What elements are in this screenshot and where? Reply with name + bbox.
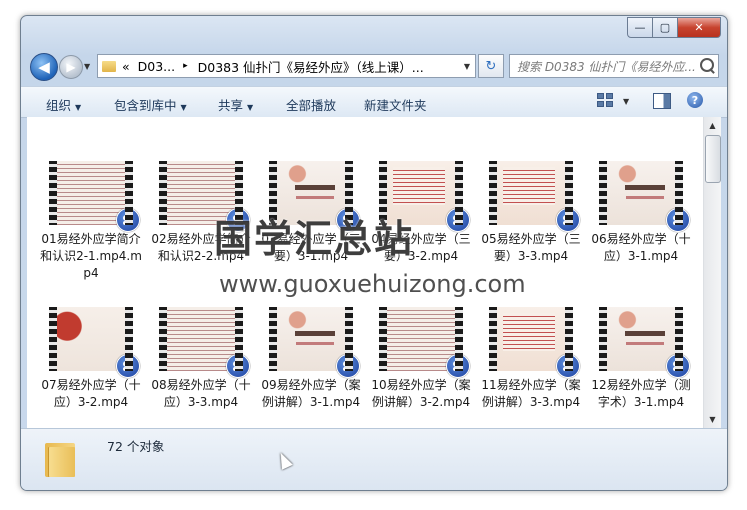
media-player-icon bbox=[446, 208, 470, 232]
file-name: 06易经外应学（十应）3-1.mp4 bbox=[591, 232, 691, 263]
file-name: 08易经外应学（十应）3-3.mp4 bbox=[151, 378, 251, 409]
video-thumbnail bbox=[49, 161, 140, 232]
include-in-library-button[interactable]: 包含到库中 ▼ bbox=[114, 95, 187, 114]
scroll-thumb[interactable] bbox=[705, 135, 721, 183]
help-icon[interactable]: ? bbox=[687, 92, 703, 108]
file-item[interactable]: 05易经外应学（三要）3-3.mp4 bbox=[477, 161, 585, 265]
close-button[interactable]: ✕ bbox=[678, 17, 721, 38]
file-name: 12易经外应学（测字术）3-1.mp4 bbox=[591, 378, 691, 409]
file-item[interactable]: 12易经外应学（测字术）3-1.mp4 bbox=[587, 307, 695, 411]
address-overflow-chevron[interactable]: « bbox=[122, 59, 130, 74]
media-player-icon bbox=[336, 354, 360, 378]
video-thumbnail bbox=[599, 161, 690, 232]
breadcrumb-segment-parent[interactable]: D03... bbox=[138, 59, 175, 74]
search-icon[interactable] bbox=[700, 58, 714, 72]
recent-pages-dropdown[interactable]: ▼ bbox=[84, 62, 90, 71]
video-thumbnail bbox=[599, 307, 690, 378]
file-name: 07易经外应学（十应）3-2.mp4 bbox=[41, 378, 141, 409]
file-name: 11易经外应学（案例讲解）3-3.mp4 bbox=[481, 378, 581, 409]
watermark-text: 国学汇总站 bbox=[214, 217, 415, 261]
file-item[interactable]: 01易经外应学简介和认识2-1.mp4.mp4 bbox=[37, 161, 145, 282]
forward-button[interactable]: ▶ bbox=[59, 55, 83, 79]
vertical-scrollbar[interactable]: ▲ ▼ bbox=[703, 117, 721, 428]
file-item[interactable]: 10易经外应学（案例讲解）3-2.mp4 bbox=[367, 307, 475, 411]
file-item[interactable]: 09易经外应学（案例讲解）3-1.mp4 bbox=[257, 307, 365, 411]
video-thumbnail bbox=[379, 307, 470, 378]
media-player-icon bbox=[446, 354, 470, 378]
file-name: 01易经外应学简介和认识2-1.mp4.mp4 bbox=[40, 232, 142, 280]
media-player-icon bbox=[556, 354, 580, 378]
file-item[interactable]: 06易经外应学（十应）3-1.mp4 bbox=[587, 161, 695, 265]
address-dropdown[interactable]: ▼ bbox=[464, 62, 470, 71]
video-thumbnail bbox=[269, 307, 360, 378]
minimize-button[interactable]: — bbox=[627, 17, 653, 38]
media-player-icon bbox=[556, 208, 580, 232]
play-all-button[interactable]: 全部播放 bbox=[286, 95, 336, 114]
preview-pane-icon[interactable] bbox=[653, 93, 671, 109]
navigation-bar: ◀ ▶ ▼ « D03... ▸ D0383 仙扑门《易经外应》（线上课）...… bbox=[21, 50, 727, 82]
video-thumbnail bbox=[49, 307, 140, 378]
scroll-up-arrow[interactable]: ▲ bbox=[704, 117, 721, 134]
media-player-icon bbox=[116, 208, 140, 232]
breadcrumb-separator[interactable]: ▸ bbox=[183, 61, 188, 71]
folder-icon bbox=[102, 60, 116, 72]
file-name: 05易经外应学（三要）3-3.mp4 bbox=[481, 232, 581, 263]
file-name: 10易经外应学（案例讲解）3-2.mp4 bbox=[371, 378, 471, 409]
share-button[interactable]: 共享 ▼ bbox=[218, 95, 253, 114]
breadcrumb-segment-current[interactable]: D0383 仙扑门《易经外应》（线上课）... bbox=[198, 57, 424, 76]
maximize-button[interactable]: ▢ bbox=[653, 17, 678, 38]
file-item[interactable]: 11易经外应学（案例讲解）3-3.mp4 bbox=[477, 307, 585, 411]
view-dropdown[interactable]: ▼ bbox=[623, 97, 629, 106]
command-bar: 组织 ▼ 包含到库中 ▼ 共享 ▼ 全部播放 新建文件夹 ▼ ? bbox=[21, 86, 727, 118]
back-button[interactable]: ◀ bbox=[30, 53, 58, 81]
search-box[interactable]: 搜索 D0383 仙扑门《易经外应... bbox=[509, 54, 719, 78]
refresh-button[interactable]: ↻ bbox=[478, 54, 504, 78]
change-view-icon[interactable] bbox=[597, 93, 613, 107]
file-item[interactable]: 08易经外应学（十应）3-3.mp4 bbox=[147, 307, 255, 411]
file-item[interactable]: 07易经外应学（十应）3-2.mp4 bbox=[37, 307, 145, 411]
caption-buttons: — ▢ ✕ bbox=[627, 17, 721, 38]
watermark-url: www.guoxuehuizong.com bbox=[219, 270, 526, 298]
address-bar[interactable]: « D03... ▸ D0383 仙扑门《易经外应》（线上课）... ▼ bbox=[97, 54, 476, 78]
file-name: 09易经外应学（案例讲解）3-1.mp4 bbox=[261, 378, 361, 409]
media-player-icon bbox=[226, 354, 250, 378]
video-thumbnail bbox=[489, 161, 580, 232]
search-placeholder: 搜索 D0383 仙扑门《易经外应... bbox=[517, 59, 696, 74]
new-folder-button[interactable]: 新建文件夹 bbox=[364, 95, 427, 114]
folder-icon-large bbox=[45, 439, 75, 477]
item-count: 72 个对象 bbox=[107, 439, 165, 454]
details-pane: 72 个对象 bbox=[21, 428, 727, 490]
video-thumbnail bbox=[159, 307, 250, 378]
title-bar[interactable]: — ▢ ✕ bbox=[21, 16, 727, 44]
media-player-icon bbox=[116, 354, 140, 378]
media-player-icon bbox=[666, 354, 690, 378]
scroll-down-arrow[interactable]: ▼ bbox=[704, 411, 721, 428]
media-player-icon bbox=[666, 208, 690, 232]
video-thumbnail bbox=[489, 307, 580, 378]
organize-button[interactable]: 组织 ▼ bbox=[46, 95, 81, 114]
